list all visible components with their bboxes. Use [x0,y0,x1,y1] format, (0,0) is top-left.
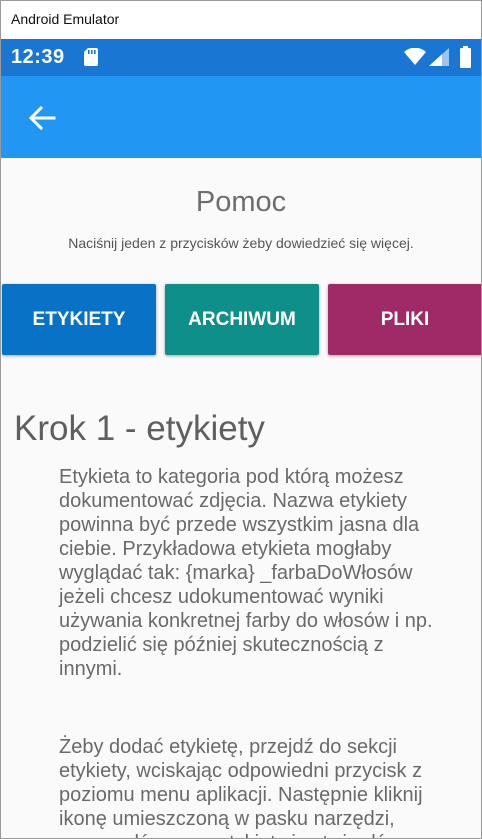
arrow-left-icon[interactable] [27,103,57,133]
status-bar: 12:39 [1,39,481,76]
labels-button[interactable]: ETYKIETY [2,284,156,355]
sd-card-icon [84,48,98,71]
signal-icon [429,48,449,71]
files-button[interactable]: PLIKI [328,284,481,355]
paragraph-1: Etykieta to kategoria pod którą możesz d… [59,466,433,680]
status-time: 12:39 [11,46,65,68]
paragraph-2: Żeby dodać etykietę, przejdź do sekcji e… [59,736,423,838]
wifi-icon [404,47,426,71]
section-heading: Krok 1 - etykiety [14,409,265,448]
battery-icon [460,46,471,73]
window-title: Android Emulator [11,11,120,27]
page-title: Pomoc [195,186,287,218]
app-toolbar [1,76,481,158]
page-subtitle: Naciśnij jeden z przycisków żeby dowiedz… [68,235,414,251]
emulator-title-bar: Android Emulator [1,1,481,39]
emulator-window: Android Emulator 12:39 Pomoc Naciśnij je… [0,0,482,839]
archive-button[interactable]: ARCHIWUM [165,284,319,355]
help-content: Pomoc Naciśnij jeden z przycisków żeby d… [1,158,481,838]
